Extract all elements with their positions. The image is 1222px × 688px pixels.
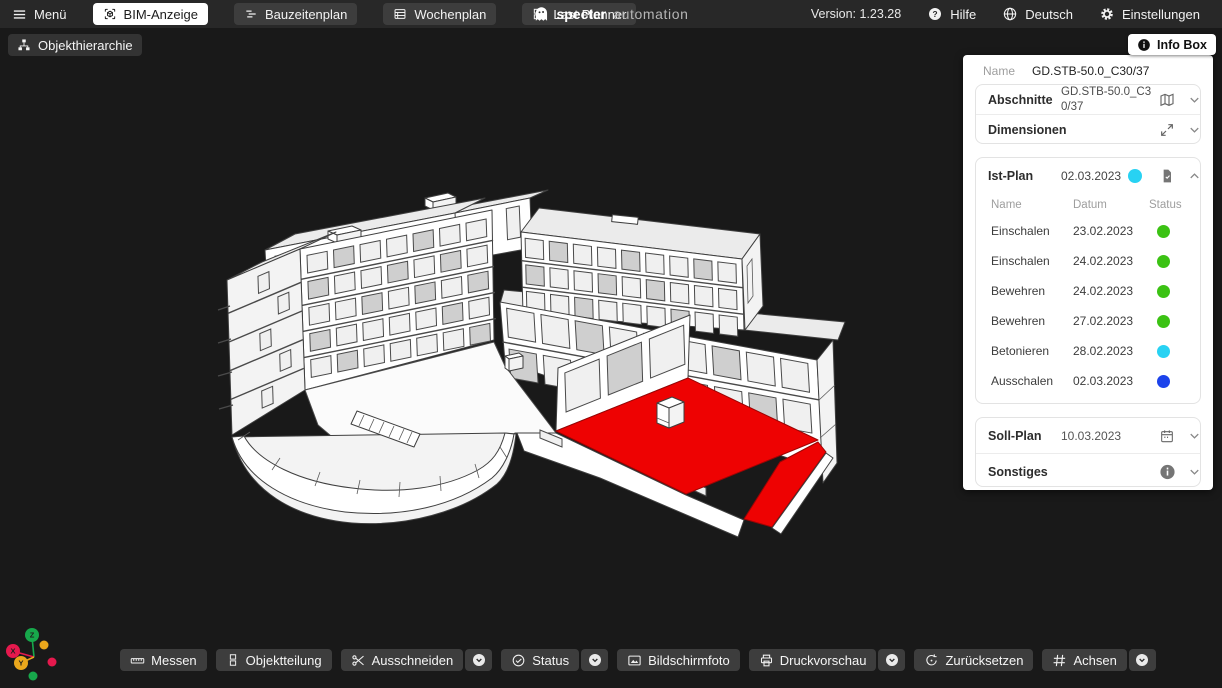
tab-bim-anzeige[interactable]: BIM-Anzeige: [93, 3, 208, 25]
reset-view-button[interactable]: Zurücksetzen: [914, 649, 1033, 671]
table-row: Einschalen23.02.2023: [976, 216, 1200, 246]
help-button[interactable]: ? Hilfe: [927, 6, 976, 22]
cut-dropdown-button[interactable]: [465, 649, 492, 671]
measure-button[interactable]: Messen: [120, 649, 207, 671]
globe-icon: [1002, 6, 1018, 22]
ist-plan-card: Ist-Plan 02.03.2023 Name Datum Status Ei…: [975, 157, 1201, 404]
map-icon: [1159, 92, 1175, 108]
cut-button[interactable]: Ausschneiden: [341, 649, 464, 671]
hamburger-menu-icon: [12, 7, 27, 22]
print-icon: [759, 653, 774, 668]
calendar-icon: [1159, 428, 1175, 444]
status-dot: [1157, 285, 1170, 298]
status-check-icon: [511, 653, 526, 668]
chevron-down-icon[interactable]: [1187, 92, 1202, 107]
brand-suffix: automation: [613, 6, 688, 22]
chevron-down-circle-icon: [884, 652, 900, 668]
document-check-icon: [1159, 168, 1175, 184]
chevron-down-circle-icon: [471, 652, 487, 668]
language-button[interactable]: Deutsch: [1002, 6, 1073, 22]
version-label: Version: 1.23.28: [811, 7, 901, 21]
tab-label: Bauzeitenplan: [265, 7, 347, 22]
status-dot: [1157, 255, 1170, 268]
chevron-down-icon[interactable]: [1187, 428, 1202, 443]
brand-name: specter: [556, 6, 606, 22]
tab-wochenplan[interactable]: Wochenplan: [383, 3, 496, 25]
reset-view-icon: [924, 653, 939, 668]
app-window: Menü BIM-Anzeige Bauzeitenplan Wochenpla…: [0, 0, 1222, 688]
chevron-down-circle-icon: [1134, 652, 1150, 668]
top-navigation-bar: Menü BIM-Anzeige Bauzeitenplan Wochenpla…: [0, 0, 1222, 28]
table-row: Bewehren24.02.2023: [976, 276, 1200, 306]
gantt-icon: [244, 7, 258, 21]
chevron-down-icon[interactable]: [1187, 122, 1202, 137]
status-table-header: Name Datum Status: [976, 194, 1200, 216]
svg-text:?: ?: [933, 9, 938, 19]
status-dot: [1157, 345, 1170, 358]
tab-bauzeitenplan[interactable]: Bauzeitenplan: [234, 3, 357, 25]
axes-dropdown-button[interactable]: [1129, 649, 1156, 671]
dimensionen-row[interactable]: Dimensionen: [976, 115, 1200, 144]
print-dropdown-button[interactable]: [878, 649, 905, 671]
soll-plan-row[interactable]: Soll-Plan 10.03.2023: [976, 418, 1200, 453]
ist-plan-status-dot: [1128, 169, 1142, 183]
scissors-icon: [351, 653, 366, 668]
ghost-logo-icon: [533, 6, 549, 22]
tab-label: BIM-Anzeige: [124, 7, 198, 22]
svg-text:Z: Z: [30, 631, 35, 640]
chevron-down-icon[interactable]: [1187, 464, 1202, 479]
abschnitte-value: GD.STB-50.0_C30/37: [1061, 85, 1156, 114]
soll-plan-date: 10.03.2023: [1061, 429, 1121, 443]
settings-button[interactable]: Einstellungen: [1099, 6, 1200, 22]
bim-cube-icon: [103, 7, 117, 21]
table-row: Ausschalen02.03.2023: [976, 366, 1200, 396]
help-icon: ?: [927, 6, 943, 22]
sections-card: Abschnitte GD.STB-50.0_C30/37 Dimensione…: [975, 84, 1201, 144]
gear-icon: [1099, 6, 1115, 22]
object-hierarchy-button[interactable]: Objekthierarchie: [8, 34, 142, 56]
ist-plan-row[interactable]: Ist-Plan 02.03.2023: [976, 158, 1200, 194]
abschnitte-row[interactable]: Abschnitte GD.STB-50.0_C30/37: [976, 85, 1200, 114]
object-split-button[interactable]: Objektteilung: [216, 649, 332, 671]
status-dropdown-button[interactable]: [581, 649, 608, 671]
ist-plan-date: 02.03.2023: [1061, 169, 1121, 183]
print-preview-button[interactable]: Druckvorschau: [749, 649, 877, 671]
info-icon: [1137, 38, 1151, 52]
axes-grid-icon: [1052, 653, 1067, 668]
plan-card: Soll-Plan 10.03.2023 Sonstiges: [975, 417, 1201, 487]
menu-label: Menü: [34, 7, 67, 22]
screenshot-button[interactable]: Bildschirmfoto: [617, 649, 740, 671]
axes-button[interactable]: Achsen: [1042, 649, 1126, 671]
object-split-icon: [226, 653, 240, 667]
name-value: GD.STB-50.0_C30/37: [1032, 64, 1149, 78]
table-row: Einschalen24.02.2023: [976, 246, 1200, 276]
chevron-up-icon[interactable]: [1187, 169, 1202, 184]
screenshot-icon: [627, 653, 642, 668]
chevron-down-circle-icon: [587, 652, 603, 668]
status-dot: [1157, 225, 1170, 238]
table-row: Betonieren28.02.2023: [976, 336, 1200, 366]
brand-logo: specter automation: [533, 0, 688, 28]
expand-icon: [1159, 122, 1175, 138]
name-label: Name: [983, 64, 1015, 78]
svg-text:Y: Y: [18, 659, 23, 668]
info-box-panel: Name GD.STB-50.0_C30/37 Abschnitte GD.ST…: [963, 55, 1213, 490]
main-menu-button[interactable]: Menü: [12, 7, 67, 22]
weekplan-icon: [393, 7, 407, 21]
info-box-toggle-button[interactable]: Info Box: [1128, 34, 1216, 55]
status-dot: [1157, 315, 1170, 328]
ruler-icon: [130, 653, 145, 668]
table-row: Bewehren27.02.2023: [976, 306, 1200, 336]
hierarchy-icon: [17, 38, 31, 52]
status-dot: [1157, 375, 1170, 388]
svg-text:X: X: [10, 647, 15, 656]
object-hierarchy-label: Objekthierarchie: [38, 38, 133, 53]
viewport-toolbar: Messen Objektteilung Ausschneiden Status: [27, 649, 1222, 671]
status-button[interactable]: Status: [501, 649, 579, 671]
axis-z-neg-dot: [29, 672, 38, 681]
info-circle-icon: [1159, 463, 1176, 480]
sonstiges-row[interactable]: Sonstiges: [976, 454, 1200, 489]
tab-label: Wochenplan: [414, 7, 486, 22]
